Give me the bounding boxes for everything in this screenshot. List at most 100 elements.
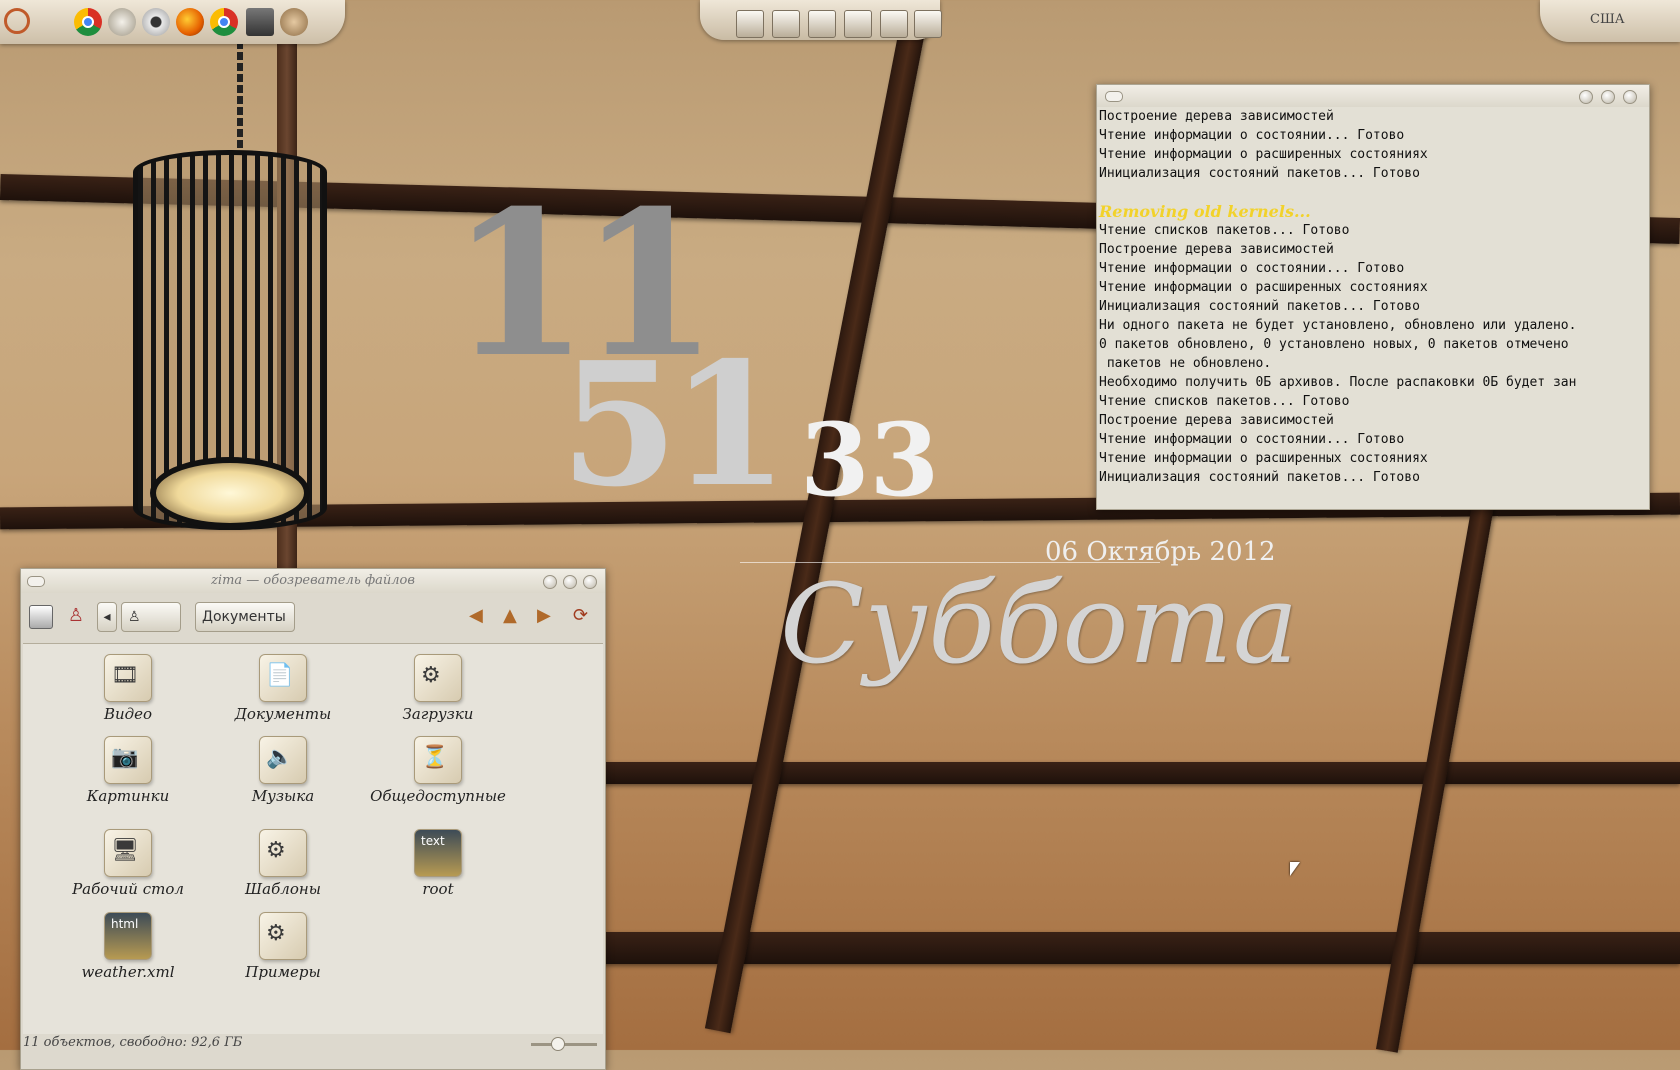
maximize-button[interactable]	[1601, 90, 1615, 104]
terminal-line: Инициализация состояний пакетов... Готов…	[1099, 470, 1420, 485]
hanging-lamp	[133, 150, 327, 530]
minimize-button[interactable]	[543, 575, 557, 589]
ubuntu-menu-icon[interactable]	[4, 8, 30, 34]
chrome-icon[interactable]	[210, 8, 238, 36]
view-mode-icon[interactable]	[29, 605, 53, 629]
top-middle-panel	[700, 0, 942, 40]
terminal-output[interactable]: Построение дерева зависимостей Чтение инф…	[1097, 107, 1649, 487]
terminal-line: Чтение информации о состоянии... Готово	[1099, 261, 1405, 276]
minimize-button[interactable]	[1579, 90, 1593, 104]
camera-icon[interactable]	[844, 10, 872, 38]
terminal-line: Чтение информации о расширенных состояни…	[1099, 280, 1428, 295]
close-button[interactable]	[583, 575, 597, 589]
document-icon[interactable]	[772, 10, 800, 38]
public-folder-icon: ⏳	[414, 736, 462, 784]
file-item[interactable]: ⚙ Загрузки	[363, 654, 513, 723]
html-file-icon: html	[104, 912, 152, 960]
video-folder-icon: 🎞	[104, 654, 152, 702]
file-item[interactable]: 🖥 Рабочий стол	[53, 829, 203, 898]
list-icon[interactable]	[914, 10, 942, 38]
clock-minutes: 51	[560, 325, 789, 525]
file-manager-titlebar[interactable]: zima — обозреватель файлов	[21, 569, 605, 593]
breadcrumb-home[interactable]: ♙	[121, 602, 181, 632]
terminal-line: Чтение информации о состоянии... Готово	[1099, 432, 1405, 447]
icon-glyph: 📷	[111, 745, 139, 770]
file-item-label: Рабочий стол	[72, 880, 184, 898]
terminal-line: Необходимо получить 0Б архивов. После ра…	[1099, 375, 1577, 390]
desktop-folder-icon: 🖥	[104, 829, 152, 877]
wallpaper-beam	[600, 932, 1680, 964]
documents-folder-icon: 📄	[259, 654, 307, 702]
top-left-panel	[0, 0, 345, 44]
home-icon[interactable]: ♙	[65, 605, 87, 627]
forward-arrow-icon[interactable]: ▶	[537, 605, 559, 627]
terminal-line: Чтение информации о расширенных состояни…	[1099, 147, 1428, 162]
icon-glyph: 🖥	[111, 838, 139, 863]
icon-glyph: text	[421, 834, 445, 848]
file-item-label: Загрузки	[402, 705, 474, 723]
icon-glyph: ⚙	[266, 921, 286, 946]
file-item-label: Картинки	[86, 787, 170, 805]
file-manager-window[interactable]: zima — обозреватель файлов ♙ ◂ ♙ Докумен…	[20, 568, 606, 1070]
file-item[interactable]: 📷 Картинки	[53, 736, 203, 805]
maximize-button[interactable]	[563, 575, 577, 589]
file-item[interactable]: text root	[363, 829, 513, 898]
terminal-titlebar[interactable]	[1097, 85, 1649, 107]
keyboard-layout-indicator[interactable]: США	[1590, 12, 1625, 27]
monitor-icon[interactable]	[246, 8, 274, 36]
reload-icon[interactable]: ⟳	[573, 605, 595, 627]
icon-glyph: 🎞	[111, 663, 139, 688]
terminal-line: Чтение информации о расширенных состояни…	[1099, 451, 1428, 466]
eye-icon[interactable]	[736, 10, 764, 38]
file-manager-toolbar: ♙ ◂ ♙ Документы ◀ ▲ ▶ ⟳	[21, 593, 605, 639]
window-menu-button[interactable]	[1105, 91, 1123, 102]
templates-folder-icon: ⚙	[259, 829, 307, 877]
icon-glyph: ⚙	[421, 663, 441, 688]
lamp-chain	[237, 30, 243, 150]
mouse-cursor	[1290, 862, 1300, 876]
terminal-line: Инициализация состояний пакетов... Готов…	[1099, 299, 1420, 314]
breadcrumb-back-button[interactable]: ◂	[97, 602, 117, 632]
webcam-icon[interactable]	[142, 8, 170, 36]
firefox-icon[interactable]	[176, 8, 204, 36]
video-icon[interactable]	[808, 10, 836, 38]
file-item[interactable]: 🎞 Видео	[53, 654, 203, 723]
terminal-line: пакетов не обновлено.	[1099, 356, 1272, 371]
terminal-line: 0 пакетов обновлено, 0 установлено новых…	[1099, 337, 1569, 352]
terminal-line: Чтение списков пакетов... Готово	[1099, 223, 1350, 238]
downloads-folder-icon: ⚙	[414, 654, 462, 702]
file-icon-view[interactable]: 🎞 Видео 📄 Документы ⚙ Загрузки 📷 Картинки 🔈 Музык…	[23, 643, 603, 1034]
teapot-icon[interactable]	[108, 8, 136, 36]
chrome-icon[interactable]	[74, 8, 102, 36]
file-item-label: Примеры	[245, 963, 321, 981]
zoom-slider-handle[interactable]	[551, 1037, 565, 1051]
pictures-folder-icon: 📷	[104, 736, 152, 784]
file-item[interactable]: ⏳ Общедоступные	[363, 736, 513, 805]
breadcrumb-documents[interactable]: Документы	[195, 602, 295, 632]
terminal-window[interactable]: Построение дерева зависимостей Чтение инф…	[1096, 84, 1650, 510]
file-item[interactable]: html weather.xml	[53, 912, 203, 981]
file-item[interactable]: 📄 Документы	[208, 654, 358, 723]
music-folder-icon: 🔈	[259, 736, 307, 784]
icon-glyph: 🔈	[266, 745, 294, 770]
clock-weekday: Суббота	[780, 560, 1299, 688]
file-item[interactable]: ⚙ Шаблоны	[208, 829, 358, 898]
close-button[interactable]	[1623, 90, 1637, 104]
examples-folder-icon: ⚙	[259, 912, 307, 960]
icon-glyph: html	[111, 917, 139, 931]
file-item-label: Музыка	[251, 787, 315, 805]
terminal-line: Построение дерева зависимостей	[1099, 413, 1334, 428]
file-item-label: Документы	[234, 705, 332, 723]
icon-glyph: ⚙	[266, 838, 286, 863]
file-item[interactable]: ⚙ Примеры	[208, 912, 358, 981]
terminal-line: Построение дерева зависимостей	[1099, 109, 1334, 124]
terminal-line: Чтение списков пакетов... Готово	[1099, 394, 1350, 409]
up-arrow-icon[interactable]: ▲	[503, 605, 525, 627]
back-arrow-icon[interactable]: ◀	[469, 605, 491, 627]
film-icon[interactable]	[880, 10, 908, 38]
file-item-label: root	[422, 880, 454, 898]
settings-icon[interactable]	[280, 8, 308, 36]
clock-seconds: 33	[800, 401, 940, 519]
file-item[interactable]: 🔈 Музыка	[208, 736, 358, 805]
